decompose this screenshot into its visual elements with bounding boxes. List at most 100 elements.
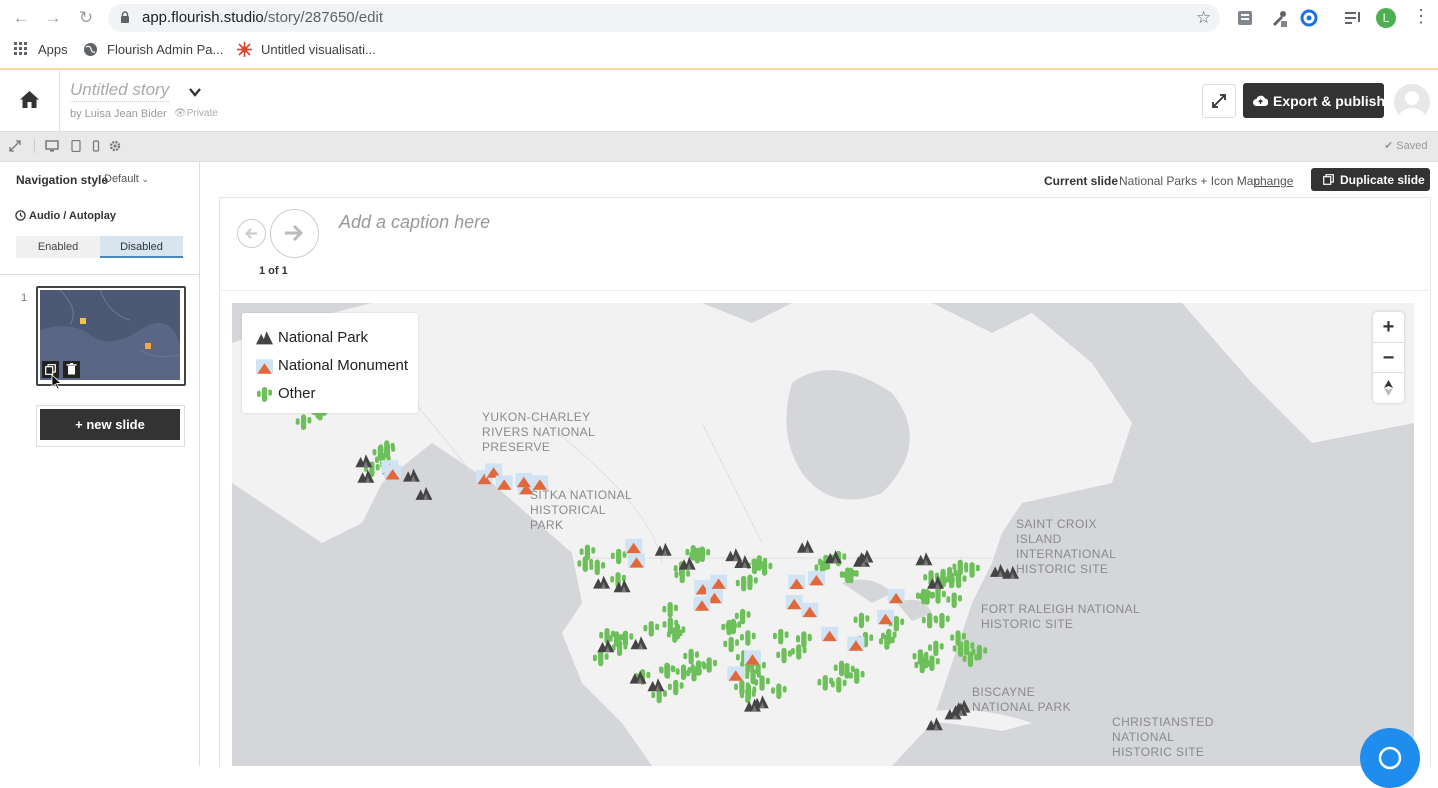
cactus-marker-icon[interactable]: [740, 630, 756, 646]
reset-north-button[interactable]: [1373, 372, 1404, 403]
cactus-marker-icon[interactable]: [701, 657, 717, 673]
monument-marker-icon[interactable]: [821, 626, 839, 642]
monument-marker-icon[interactable]: [847, 636, 865, 651]
monument-marker-icon[interactable]: [628, 553, 645, 568]
export-publish-button[interactable]: Export & publish: [1243, 83, 1385, 118]
autoplay-enabled-option[interactable]: Enabled: [16, 236, 100, 258]
bookmark-star-icon[interactable]: ☆: [1196, 8, 1211, 28]
park-marker-icon[interactable]: [856, 549, 874, 563]
chevron-down-icon[interactable]: [187, 84, 203, 100]
mobile-preview-icon[interactable]: [90, 140, 102, 152]
user-avatar[interactable]: [1394, 84, 1430, 120]
park-marker-icon[interactable]: [925, 717, 943, 731]
map-label-fort-raleigh[interactable]: FORT RALEIGH NATIONAL HISTORIC SITE: [981, 602, 1151, 632]
story-title[interactable]: Untitled story: [70, 80, 170, 102]
back-icon[interactable]: ←: [10, 7, 32, 29]
map-label-biscayne[interactable]: BISCAYNE NATIONAL PARK: [972, 685, 1084, 715]
monument-marker-icon[interactable]: [744, 650, 761, 665]
change-slide-link[interactable]: change: [1254, 174, 1293, 188]
new-slide-button[interactable]: + new slide: [40, 409, 180, 440]
cactus-marker-icon[interactable]: [643, 621, 660, 637]
forward-icon[interactable]: →: [42, 7, 64, 29]
park-marker-icon[interactable]: [647, 678, 665, 692]
monument-marker-icon[interactable]: [785, 595, 803, 610]
previous-slide-button[interactable]: [237, 219, 266, 248]
monument-marker-icon[interactable]: [710, 574, 728, 589]
cactus-marker-icon[interactable]: [853, 612, 870, 629]
park-marker-icon[interactable]: [915, 552, 933, 566]
monument-marker-icon[interactable]: [693, 596, 711, 611]
navigation-style-dropdown[interactable]: Default ⌄: [104, 173, 149, 185]
cactus-marker-icon[interactable]: [295, 414, 312, 430]
autoplay-disabled-option[interactable]: Disabled: [100, 236, 183, 258]
park-marker-icon[interactable]: [797, 539, 814, 553]
next-slide-button[interactable]: [270, 209, 319, 258]
bookmark-apps[interactable]: Apps: [38, 42, 68, 57]
monument-marker-icon[interactable]: [384, 465, 402, 480]
cactus-marker-icon[interactable]: [934, 612, 950, 629]
copy-icon: [1323, 174, 1334, 185]
park-marker-icon[interactable]: [415, 486, 433, 500]
monument-marker-icon[interactable]: [515, 472, 533, 488]
slide-thumbnail-preview[interactable]: [40, 290, 180, 380]
apps-grid-icon[interactable]: [14, 42, 28, 56]
chrome-menu-icon[interactable]: ⋮: [1412, 6, 1430, 27]
cactus-marker-icon[interactable]: [662, 602, 678, 618]
monument-marker-icon[interactable]: [887, 589, 905, 604]
cactus-marker-icon[interactable]: [928, 640, 944, 657]
map-label-yukon-charley[interactable]: YUKON-CHARLEY RIVERS NATIONAL PRESERVE: [482, 410, 602, 455]
cactus-marker-icon[interactable]: [754, 675, 770, 691]
cactus-marker-icon[interactable]: [776, 647, 792, 664]
cactus-marker-icon[interactable]: [771, 683, 787, 699]
park-marker-icon[interactable]: [355, 454, 373, 468]
monument-marker-icon[interactable]: [495, 475, 513, 490]
caption-input[interactable]: Add a caption here: [339, 212, 490, 233]
monument-marker-icon[interactable]: [625, 538, 643, 554]
sidebar-divider: [0, 274, 199, 275]
reload-icon[interactable]: ↻: [75, 7, 97, 29]
desktop-preview-icon[interactable]: [45, 140, 59, 152]
cactus-marker-icon[interactable]: [592, 650, 609, 667]
cactus-marker-icon[interactable]: [946, 592, 962, 608]
park-marker-icon[interactable]: [403, 468, 420, 482]
reader-extension-icon[interactable]: [1236, 9, 1254, 27]
tablet-preview-icon[interactable]: [70, 140, 82, 152]
bookmark-flourish-admin[interactable]: Flourish Admin Pa...: [107, 42, 223, 57]
media-queue-icon[interactable]: [1344, 9, 1362, 27]
cactus-marker-icon[interactable]: [723, 636, 739, 653]
park-marker-icon[interactable]: [990, 563, 1007, 577]
monument-marker-icon[interactable]: [808, 571, 825, 586]
expand-panel-icon[interactable]: [9, 140, 21, 152]
zoom-in-button[interactable]: +: [1373, 312, 1404, 342]
monument-marker-icon[interactable]: [801, 602, 819, 618]
cactus-marker-icon[interactable]: [675, 664, 692, 680]
bookmark-untitled-visualisation[interactable]: Untitled visualisati...: [261, 42, 376, 57]
cactus-marker-icon[interactable]: [734, 608, 751, 625]
park-marker-icon[interactable]: [654, 542, 672, 556]
map-label-saint-croix[interactable]: SAINT CROIX ISLAND INTERNATIONAL HISTORI…: [1016, 517, 1146, 577]
cactus-marker-icon[interactable]: [610, 548, 627, 565]
help-chat-button[interactable]: [1360, 728, 1420, 788]
map-label-sitka[interactable]: SITKA NATIONAL HISTORICAL PARK: [530, 488, 642, 533]
profile-avatar[interactable]: L: [1376, 8, 1396, 28]
park-marker-icon[interactable]: [593, 575, 610, 589]
home-icon[interactable]: [20, 91, 39, 108]
monument-marker-icon[interactable]: [727, 666, 745, 681]
settings-gear-icon[interactable]: [109, 140, 121, 152]
cactus-marker-icon[interactable]: [667, 679, 684, 696]
duplicate-slide-button[interactable]: Duplicate slide: [1311, 168, 1430, 191]
navigation-style-value: Default: [104, 173, 139, 185]
monument-marker-icon[interactable]: [788, 574, 806, 589]
cactus-marker-icon[interactable]: [772, 628, 789, 645]
cactus-marker-icon[interactable]: [817, 675, 834, 691]
fullscreen-button[interactable]: [1202, 84, 1236, 118]
zoom-out-button[interactable]: −: [1373, 342, 1404, 373]
eyedropper-extension-icon[interactable]: [1270, 9, 1288, 27]
cactus-marker-icon[interactable]: [830, 677, 847, 693]
delete-slide-icon[interactable]: [63, 361, 80, 378]
map-label-christiansted[interactable]: CHRISTIANSTED NATIONAL HISTORIC SITE: [1112, 715, 1222, 760]
monument-marker-icon[interactable]: [877, 609, 894, 625]
saved-status: ✔ Saved: [1384, 139, 1427, 152]
map-label-text: SITKA NATIONAL HISTORICAL PARK: [530, 488, 632, 532]
search-extension-icon[interactable]: [1300, 9, 1318, 27]
